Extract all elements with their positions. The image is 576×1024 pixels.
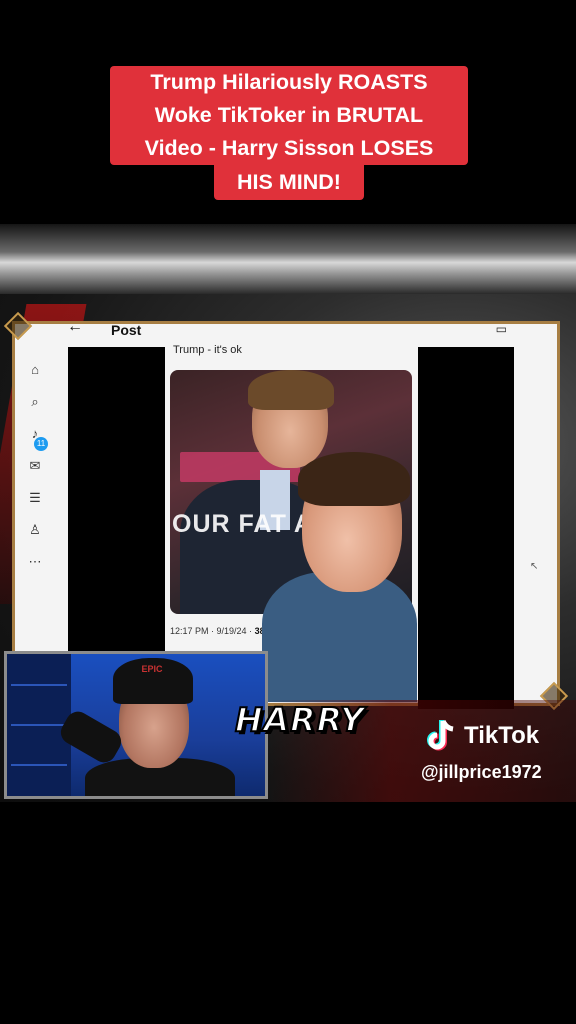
speaker-hair: [298, 452, 410, 506]
title-line-1: Trump Hilariously ROASTS: [150, 70, 428, 94]
search-icon[interactable]: ⌕: [27, 394, 43, 410]
shelf-line: [11, 764, 67, 766]
post-header-label: Post: [111, 322, 142, 338]
arrow-left-icon[interactable]: ←: [67, 318, 83, 336]
speaker-name-label: HARRY: [234, 699, 365, 740]
person-icon[interactable]: ♙: [27, 522, 43, 538]
video-title: Trump Hilariously ROASTS Woke TikToker i…: [110, 66, 468, 165]
tweet-text: Trump - it's ok: [173, 344, 242, 356]
tweet-meta: 12:17 PM · 9/19/24 · 38K: [170, 626, 271, 636]
speaker-hoodie: [262, 572, 417, 702]
black-bar-right: [418, 347, 514, 709]
list-icon[interactable]: ☰: [27, 490, 43, 506]
creator-handle: @jillprice1972: [421, 762, 542, 782]
home-icon[interactable]: ⌂: [27, 362, 43, 378]
person-hair: [248, 370, 334, 410]
title-line-2: Woke TikToker in BRUTAL: [154, 103, 424, 127]
metal-banner: [0, 224, 576, 294]
tiktok-brand-text: TikTok: [464, 722, 540, 749]
mail-icon[interactable]: ✉: [27, 458, 43, 474]
notification-badge: 11: [34, 437, 48, 451]
webcam-overlay: EPIC: [4, 651, 268, 799]
layout-icon[interactable]: ▭: [496, 322, 507, 336]
tweet-timestamp: 12:17 PM · 9/19/24 ·: [170, 626, 253, 636]
more-icon[interactable]: ⋯: [27, 554, 43, 570]
shelf-line: [11, 724, 67, 726]
title-line-4: HIS MIND!: [237, 170, 341, 194]
shelf-line: [11, 684, 67, 686]
speaker-figure: [262, 452, 417, 702]
cap-logo: EPIC: [141, 664, 163, 674]
tiktok-watermark: TikTok: [426, 718, 539, 754]
tiktok-logo-icon: [426, 718, 458, 754]
mouse-cursor-icon: ↖: [530, 561, 539, 572]
title-line-3: Video - Harry Sisson LOSES: [144, 136, 434, 160]
